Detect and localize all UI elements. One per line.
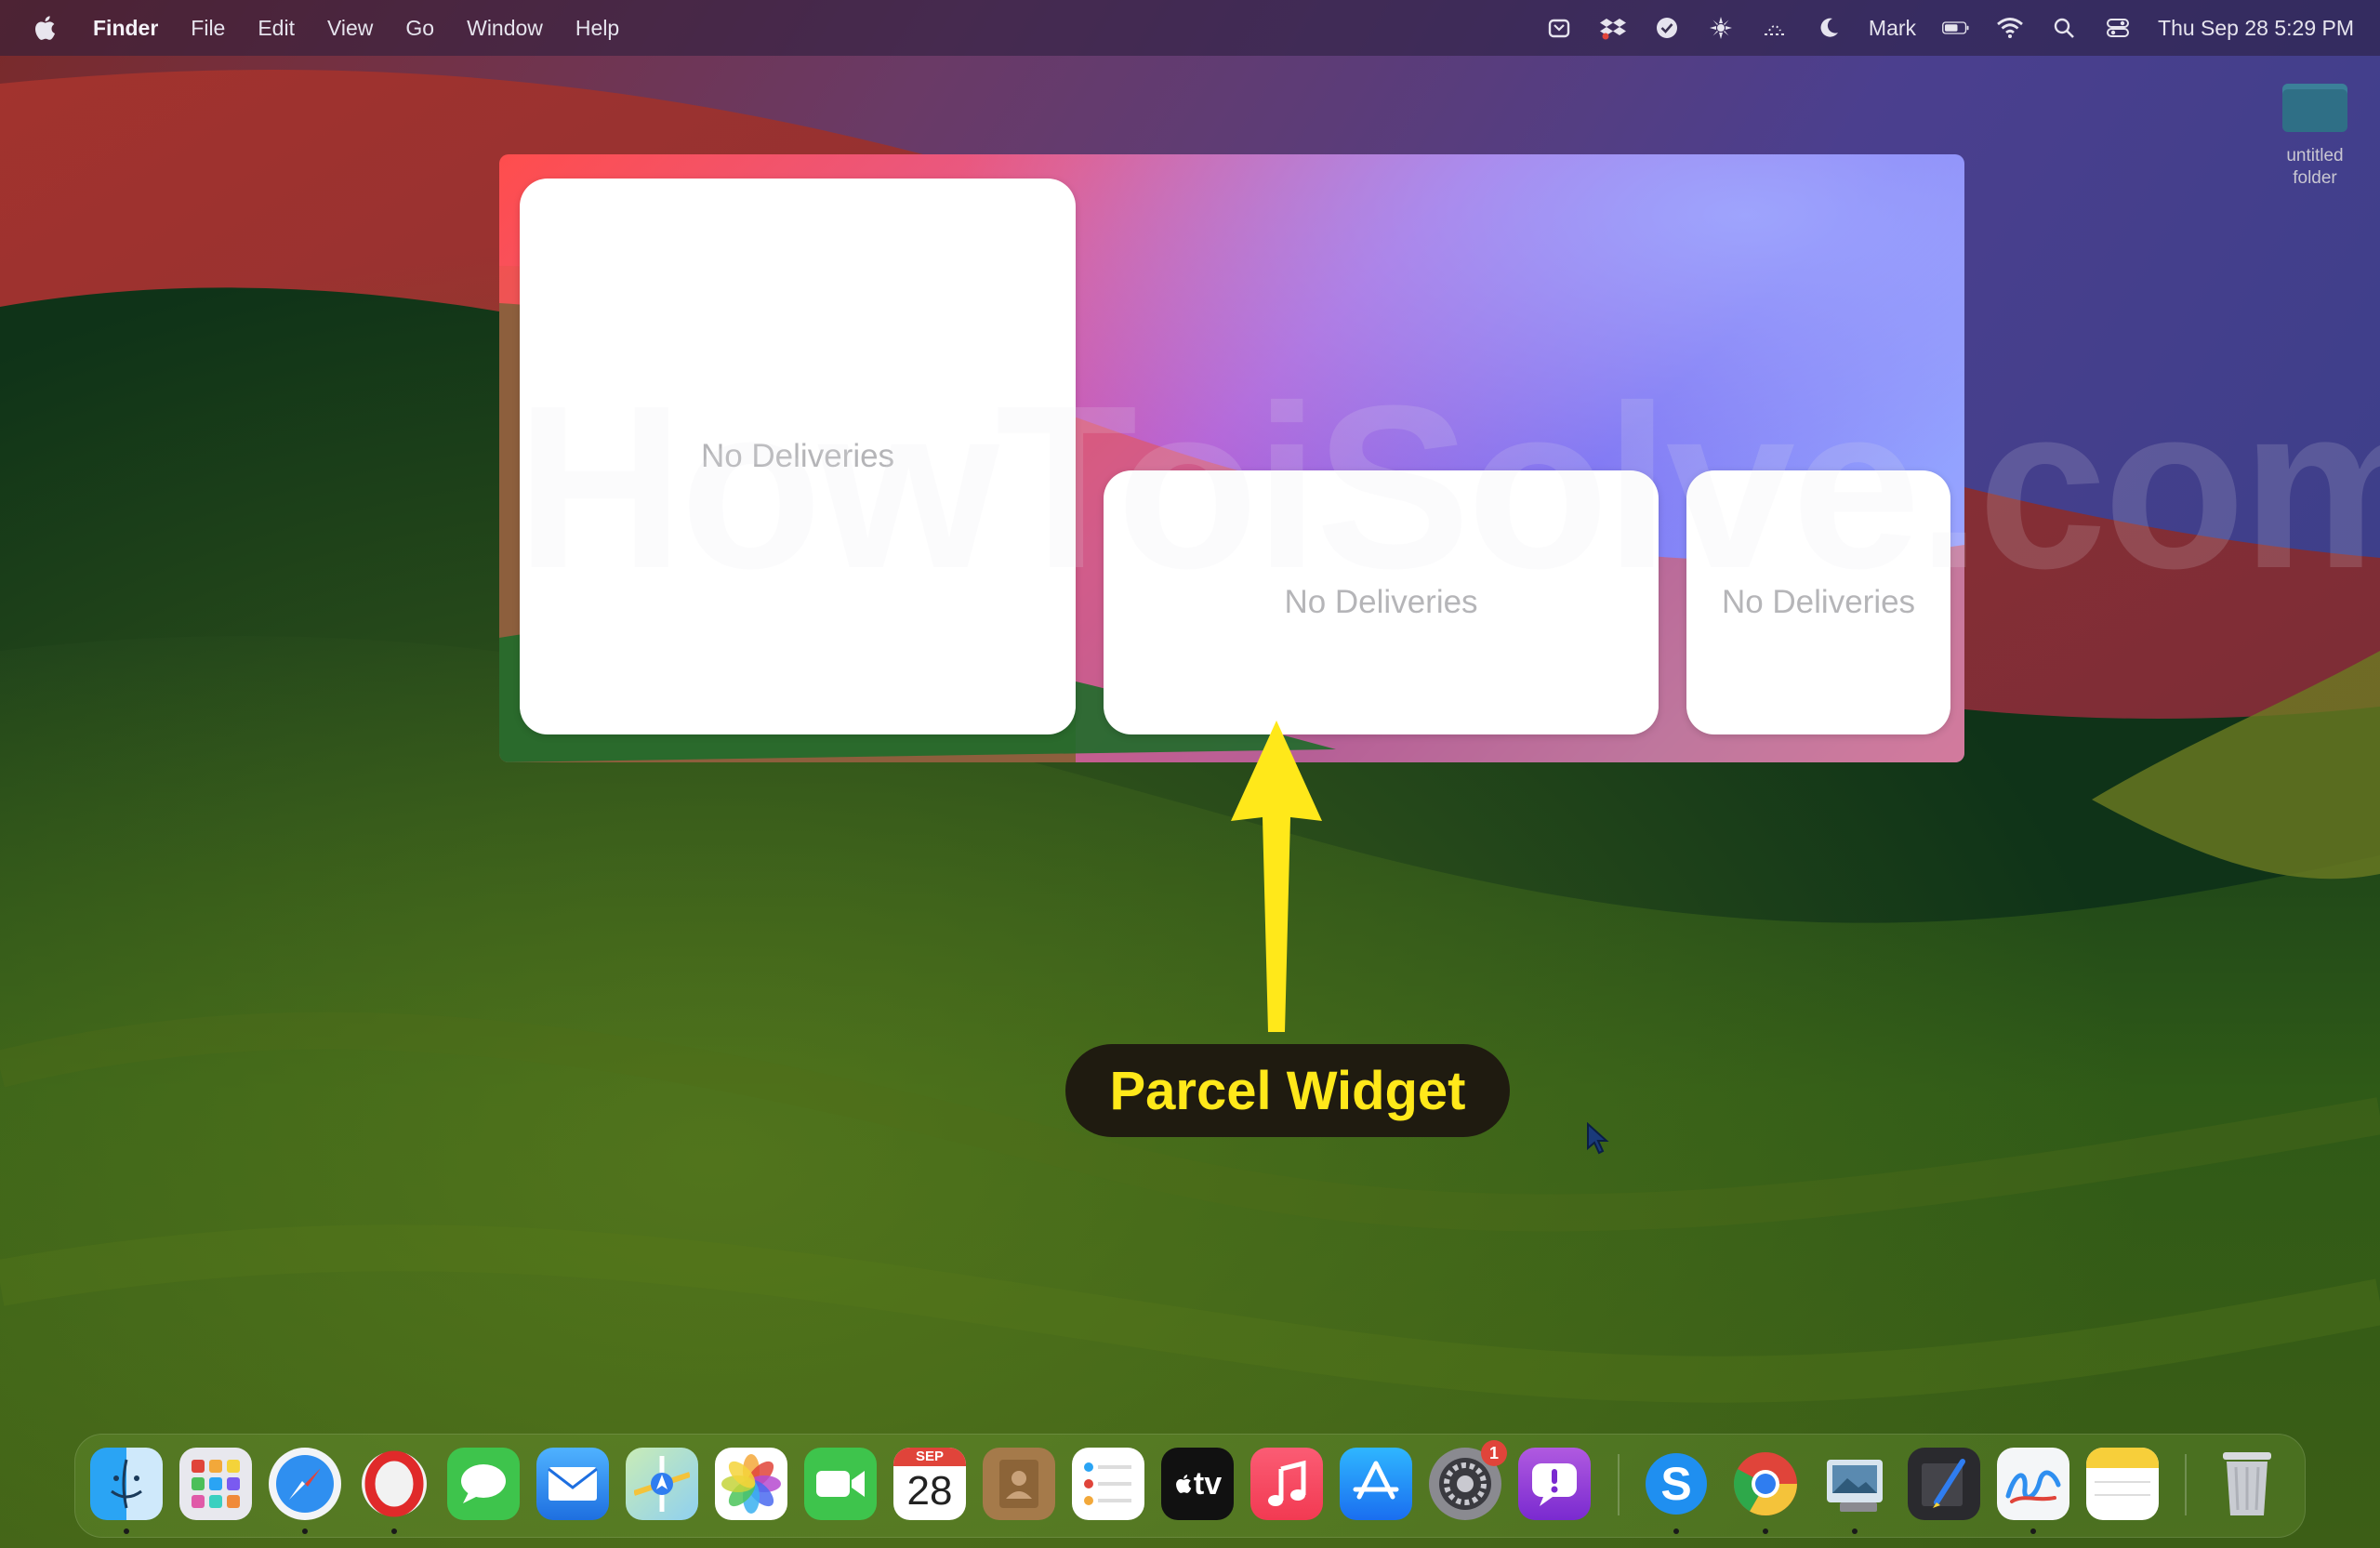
apple-logo-icon[interactable] <box>32 14 56 42</box>
dock-mail-icon[interactable] <box>536 1448 609 1520</box>
dock-facetime-icon[interactable] <box>804 1448 877 1520</box>
moon-icon[interactable] <box>1815 14 1843 42</box>
menu-file[interactable]: File <box>191 16 225 41</box>
dock-running-indicator <box>1673 1528 1679 1534</box>
dock-messages-icon[interactable] <box>447 1448 520 1520</box>
control-center-icon[interactable] <box>2104 14 2132 42</box>
dock-freeform-icon[interactable] <box>1997 1448 2069 1520</box>
settings-notification-badge: 1 <box>1481 1440 1507 1466</box>
menu-help[interactable]: Help <box>575 16 619 41</box>
dock-photos-icon[interactable] <box>715 1448 787 1520</box>
parcel-widget-small[interactable]: No Deliveries <box>1686 470 1950 734</box>
dock-launchpad-icon[interactable] <box>179 1448 252 1520</box>
dock: SEP 28 tv 1 S <box>74 1434 2306 1538</box>
dock-music-icon[interactable] <box>1250 1448 1323 1520</box>
dock-apple-tv-icon[interactable]: tv <box>1161 1448 1234 1520</box>
dock-running-indicator <box>391 1528 397 1534</box>
weather-icon[interactable] <box>1761 14 1789 42</box>
cog-flower-icon[interactable] <box>1707 14 1735 42</box>
folder-label-line1: untitled <box>2286 146 2344 165</box>
dock-script-editor-icon[interactable] <box>1908 1448 1980 1520</box>
dock-skype-icon[interactable]: S <box>1640 1448 1712 1520</box>
parcel-widget-large[interactable]: No Deliveries <box>520 179 1076 734</box>
dock-separator <box>2185 1454 2187 1515</box>
no-deliveries-text: No Deliveries <box>700 438 895 474</box>
battery-icon[interactable] <box>1942 14 1970 42</box>
dock-preview-icon[interactable] <box>1818 1448 1891 1520</box>
dock-finder-icon[interactable] <box>90 1448 163 1520</box>
dock-contacts-icon[interactable] <box>983 1448 1055 1520</box>
user-name[interactable]: Mark <box>1869 16 1916 41</box>
dock-running-indicator <box>2030 1528 2036 1534</box>
dock-opera-icon[interactable] <box>358 1448 430 1520</box>
desktop-folder[interactable]: untitled folder <box>2268 84 2361 190</box>
dock-safari-icon[interactable] <box>269 1448 341 1520</box>
menu-view[interactable]: View <box>327 16 373 41</box>
dock-running-indicator <box>124 1528 129 1534</box>
calendar-month: SEP <box>893 1448 966 1466</box>
folder-label-line2: folder <box>2293 168 2337 188</box>
wifi-icon[interactable] <box>1996 14 2024 42</box>
no-deliveries-text: No Deliveries <box>1284 584 1478 620</box>
dock-notes-icon[interactable] <box>2086 1448 2159 1520</box>
dock-reminders-icon[interactable] <box>1072 1448 1144 1520</box>
menu-go[interactable]: Go <box>405 16 434 41</box>
dock-maps-icon[interactable] <box>626 1448 698 1520</box>
dropbox-icon[interactable] <box>1599 14 1627 42</box>
dock-chrome-icon[interactable] <box>1729 1448 1802 1520</box>
menu-window[interactable]: Window <box>467 16 543 41</box>
no-deliveries-text: No Deliveries <box>1721 584 1916 620</box>
parcel-widget-area: No Deliveries No Deliveries No Deliverie… <box>499 154 1964 762</box>
skype-letter: S <box>1660 1458 1692 1510</box>
menu-bar: Finder File Edit View Go Window Help Mar… <box>0 0 2380 56</box>
wallet-icon[interactable] <box>1545 14 1573 42</box>
mouse-cursor-icon <box>1587 1122 1609 1155</box>
checklist-icon[interactable] <box>1653 14 1681 42</box>
menu-clock[interactable]: Thu Sep 28 5:29 PM <box>2158 16 2354 41</box>
menu-edit[interactable]: Edit <box>258 16 295 41</box>
dock-running-indicator <box>302 1528 308 1534</box>
dock-trash-icon[interactable] <box>2211 1448 2283 1520</box>
apple-tv-label: tv <box>1193 1465 1223 1502</box>
parcel-widget-callout: Parcel Widget <box>1065 1044 1510 1137</box>
dock-running-indicator <box>1763 1528 1768 1534</box>
menu-app-finder[interactable]: Finder <box>93 16 158 41</box>
dock-system-settings-icon[interactable]: 1 <box>1429 1440 1507 1520</box>
annotation-arrow-icon <box>1231 721 1322 1032</box>
dock-separator <box>1618 1454 1620 1515</box>
folder-icon[interactable] <box>2282 84 2347 132</box>
spotlight-search-icon[interactable] <box>2050 14 2078 42</box>
dock-feedback-assistant-icon[interactable] <box>1518 1448 1591 1520</box>
parcel-widget-medium[interactable]: No Deliveries <box>1104 470 1659 734</box>
dock-calendar-icon[interactable]: SEP 28 <box>893 1448 966 1520</box>
dock-app-store-icon[interactable] <box>1340 1448 1412 1520</box>
calendar-day: 28 <box>906 1468 953 1514</box>
dock-running-indicator <box>1852 1528 1858 1534</box>
